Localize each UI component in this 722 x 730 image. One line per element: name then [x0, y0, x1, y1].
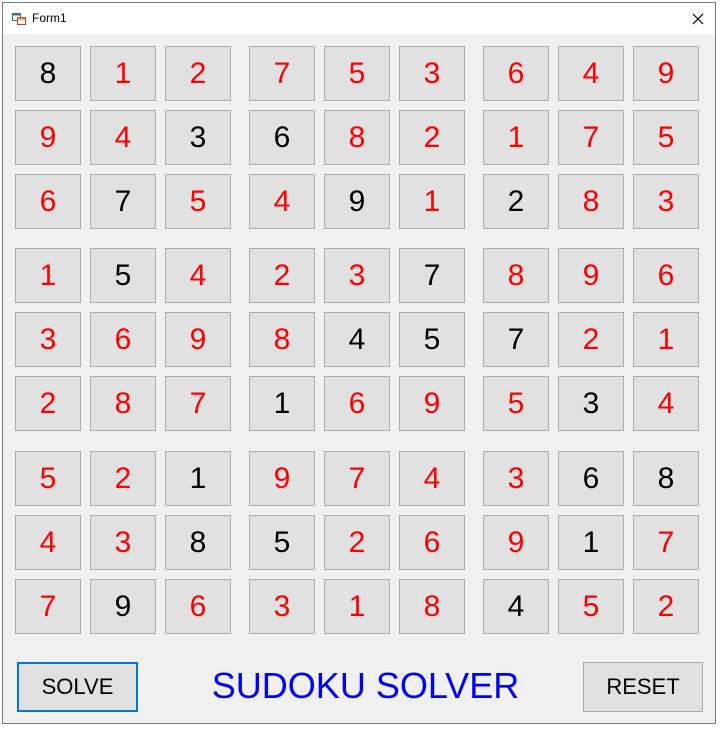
sudoku-cell-r2c9[interactable]: 5 [633, 110, 699, 165]
sudoku-cell-r7c7[interactable]: 3 [483, 451, 549, 506]
sudoku-cell-r6c1[interactable]: 2 [15, 376, 81, 431]
sudoku-cell-r4c2[interactable]: 5 [90, 248, 156, 303]
sudoku-cell-r3c8[interactable]: 8 [558, 174, 624, 229]
sudoku-cell-r5c7[interactable]: 7 [483, 312, 549, 367]
sudoku-cell-r5c9[interactable]: 1 [633, 312, 699, 367]
sudoku-cell-r8c8[interactable]: 1 [558, 515, 624, 570]
solve-button[interactable]: SOLVE [17, 662, 138, 712]
sudoku-cell-r1c2[interactable]: 1 [90, 46, 156, 101]
sudoku-cell-r9c3[interactable]: 6 [165, 579, 231, 634]
sudoku-cell-r3c9[interactable]: 3 [633, 174, 699, 229]
sudoku-cell-r6c5[interactable]: 6 [324, 376, 390, 431]
sudoku-cell-r2c3[interactable]: 3 [165, 110, 231, 165]
sudoku-cell-r3c4[interactable]: 4 [249, 174, 315, 229]
sudoku-cell-r7c4[interactable]: 9 [249, 451, 315, 506]
sudoku-cell-r3c7[interactable]: 2 [483, 174, 549, 229]
sudoku-cell-r3c2[interactable]: 7 [90, 174, 156, 229]
sudoku-cell-r2c1[interactable]: 9 [15, 110, 81, 165]
sudoku-cell-r2c6[interactable]: 2 [399, 110, 465, 165]
close-icon [692, 13, 704, 24]
sudoku-cell-r3c6[interactable]: 1 [399, 174, 465, 229]
sudoku-cell-r4c3[interactable]: 4 [165, 248, 231, 303]
sudoku-cell-r4c1[interactable]: 1 [15, 248, 81, 303]
sudoku-cell-r4c6[interactable]: 7 [399, 248, 465, 303]
sudoku-cell-r9c8[interactable]: 5 [558, 579, 624, 634]
sudoku-cell-r2c8[interactable]: 7 [558, 110, 624, 165]
sudoku-cell-r2c7[interactable]: 1 [483, 110, 549, 165]
sudoku-cell-r3c3[interactable]: 5 [165, 174, 231, 229]
sudoku-cell-r1c1[interactable]: 8 [15, 46, 81, 101]
sudoku-cell-r6c3[interactable]: 7 [165, 376, 231, 431]
sudoku-cell-r7c2[interactable]: 2 [90, 451, 156, 506]
sudoku-cell-r5c6[interactable]: 5 [399, 312, 465, 367]
sudoku-cell-r7c8[interactable]: 6 [558, 451, 624, 506]
app-form-icon [12, 12, 26, 25]
sudoku-cell-r9c5[interactable]: 1 [324, 579, 390, 634]
sudoku-cell-r8c9[interactable]: 7 [633, 515, 699, 570]
sudoku-cell-r2c5[interactable]: 8 [324, 110, 390, 165]
sudoku-cell-r7c3[interactable]: 1 [165, 451, 231, 506]
sudoku-cell-r8c2[interactable]: 3 [90, 515, 156, 570]
sudoku-cell-r4c4[interactable]: 2 [249, 248, 315, 303]
sudoku-cell-r4c8[interactable]: 9 [558, 248, 624, 303]
sudoku-cell-r3c1[interactable]: 6 [15, 174, 81, 229]
sudoku-cell-r9c9[interactable]: 2 [633, 579, 699, 634]
sudoku-cell-r9c1[interactable]: 7 [15, 579, 81, 634]
sudoku-cell-r1c8[interactable]: 4 [558, 46, 624, 101]
sudoku-cell-r5c3[interactable]: 9 [165, 312, 231, 367]
sudoku-cell-r5c2[interactable]: 6 [90, 312, 156, 367]
close-button[interactable] [681, 3, 715, 34]
sudoku-cell-r7c1[interactable]: 5 [15, 451, 81, 506]
sudoku-cell-r1c5[interactable]: 5 [324, 46, 390, 101]
sudoku-cell-r4c9[interactable]: 6 [633, 248, 699, 303]
sudoku-cell-r8c1[interactable]: 4 [15, 515, 81, 570]
title-bar: Form1 [3, 3, 715, 34]
sudoku-cell-r7c9[interactable]: 8 [633, 451, 699, 506]
sudoku-cell-r9c2[interactable]: 9 [90, 579, 156, 634]
sudoku-cell-r9c6[interactable]: 8 [399, 579, 465, 634]
sudoku-cell-r8c7[interactable]: 9 [483, 515, 549, 570]
sudoku-cell-r2c4[interactable]: 6 [249, 110, 315, 165]
sudoku-cell-r6c9[interactable]: 4 [633, 376, 699, 431]
sudoku-cell-r4c5[interactable]: 3 [324, 248, 390, 303]
sudoku-cell-r5c5[interactable]: 4 [324, 312, 390, 367]
sudoku-cell-r1c9[interactable]: 9 [633, 46, 699, 101]
reset-button[interactable]: RESET [583, 662, 703, 712]
app-heading: SUDOKU SOLVER [211, 665, 520, 706]
sudoku-cell-r7c6[interactable]: 4 [399, 451, 465, 506]
sudoku-cell-r6c4[interactable]: 1 [249, 376, 315, 431]
sudoku-cell-r1c6[interactable]: 3 [399, 46, 465, 101]
window-title: Form1 [32, 11, 67, 25]
sudoku-cell-r9c4[interactable]: 3 [249, 579, 315, 634]
sudoku-cell-r6c2[interactable]: 8 [90, 376, 156, 431]
sudoku-cell-r8c4[interactable]: 5 [249, 515, 315, 570]
sudoku-cell-r1c3[interactable]: 2 [165, 46, 231, 101]
sudoku-cell-r8c5[interactable]: 2 [324, 515, 390, 570]
sudoku-cell-r3c5[interactable]: 9 [324, 174, 390, 229]
sudoku-cell-r4c7[interactable]: 8 [483, 248, 549, 303]
sudoku-cell-r6c6[interactable]: 9 [399, 376, 465, 431]
sudoku-cell-r6c8[interactable]: 3 [558, 376, 624, 431]
sudoku-cell-r1c4[interactable]: 7 [249, 46, 315, 101]
sudoku-cell-r8c6[interactable]: 6 [399, 515, 465, 570]
sudoku-cell-r9c7[interactable]: 4 [483, 579, 549, 634]
sudoku-cell-r5c1[interactable]: 3 [15, 312, 81, 367]
sudoku-cell-r1c7[interactable]: 6 [483, 46, 549, 101]
form-window: Form1 8127536499436821756754912831542378… [2, 2, 716, 724]
sudoku-cell-r7c5[interactable]: 7 [324, 451, 390, 506]
sudoku-cell-r8c3[interactable]: 8 [165, 515, 231, 570]
sudoku-cell-r6c7[interactable]: 5 [483, 376, 549, 431]
sudoku-cell-r5c4[interactable]: 8 [249, 312, 315, 367]
sudoku-cell-r5c8[interactable]: 2 [558, 312, 624, 367]
sudoku-cell-r2c2[interactable]: 4 [90, 110, 156, 165]
